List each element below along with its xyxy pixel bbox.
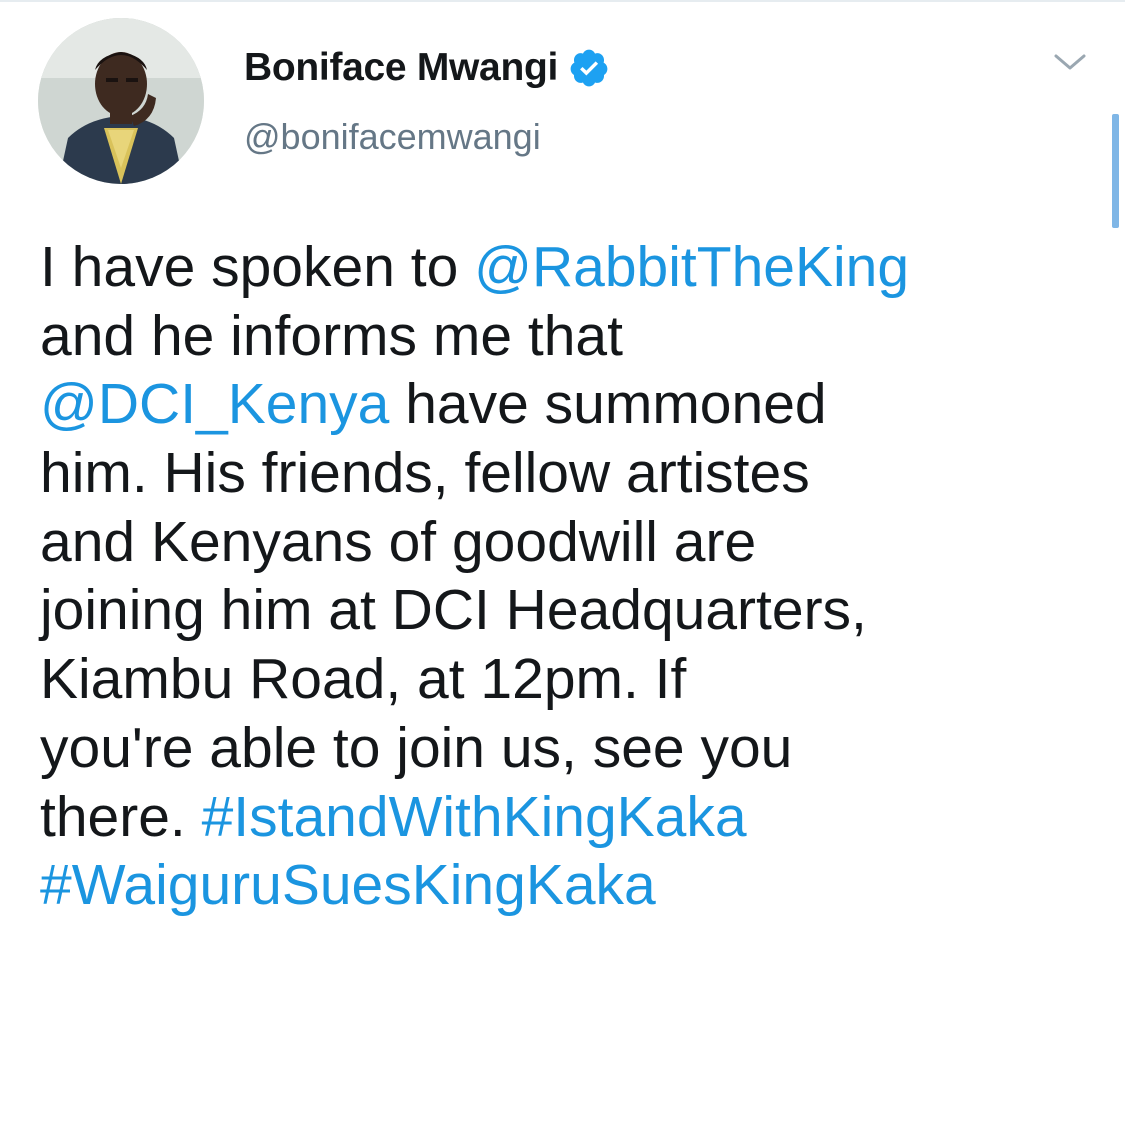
mention-link[interactable]: @DCI_Kenya (40, 372, 389, 436)
tweet-text-line: #WaiguruSuesKingKaka (40, 851, 1100, 920)
scrollbar-thumb[interactable] (1112, 114, 1119, 228)
tweet-text-segment: Kiambu Road, at 12pm. If (40, 647, 687, 712)
tweet-text-line: him. His friends, fellow artistes (40, 439, 1100, 508)
verified-badge-icon (568, 47, 610, 89)
hashtag-link[interactable]: #WaiguruSuesKingKaka (40, 853, 656, 917)
hashtag-link[interactable]: #IstandWithKingKaka (202, 785, 747, 849)
author-display-name[interactable]: Boniface Mwangi (244, 46, 558, 90)
tweet-text-segment: joining him at DCI Headquarters, (40, 578, 867, 643)
tweet-text-line: @DCI_Kenya have summoned (40, 370, 1100, 439)
tweet-text-line: there. #IstandWithKingKaka (40, 783, 1100, 852)
tweet-text-segment: there. (40, 784, 202, 849)
author-name-row: Boniface Mwangi (244, 40, 610, 96)
tweet-card: Boniface Mwangi @bonifacemwangi I have s… (0, 0, 1125, 1144)
author-avatar[interactable] (38, 18, 204, 184)
tweet-text-line: I have spoken to @RabbitTheKing (40, 233, 1100, 302)
tweet-text-segment: you're able to join us, see you (40, 715, 793, 780)
author-handle[interactable]: @bonifacemwangi (244, 116, 541, 158)
avatar-photo-icon (38, 18, 204, 184)
tweet-text-line: you're able to join us, see you (40, 714, 1100, 783)
tweet-text-line: joining him at DCI Headquarters, (40, 576, 1100, 645)
tweet-text-segment: him. His friends, fellow artistes (40, 441, 810, 506)
top-divider (0, 0, 1125, 2)
mention-link[interactable]: @RabbitTheKing (474, 235, 909, 299)
chevron-down-icon[interactable] (1052, 48, 1088, 76)
tweet-text-segment: have summoned (389, 372, 827, 437)
tweet-text-line: Kiambu Road, at 12pm. If (40, 645, 1100, 714)
tweet-text-line: and Kenyans of goodwill are (40, 508, 1100, 577)
tweet-text-segment: and he informs me that (40, 303, 623, 368)
tweet-text-line: and he informs me that (40, 302, 1100, 371)
tweet-text-segment: I have spoken to (40, 235, 475, 299)
tweet-text-segment: and Kenyans of goodwill are (40, 509, 757, 574)
tweet-text: I have spoken to @RabbitTheKing and he in… (40, 233, 1100, 920)
